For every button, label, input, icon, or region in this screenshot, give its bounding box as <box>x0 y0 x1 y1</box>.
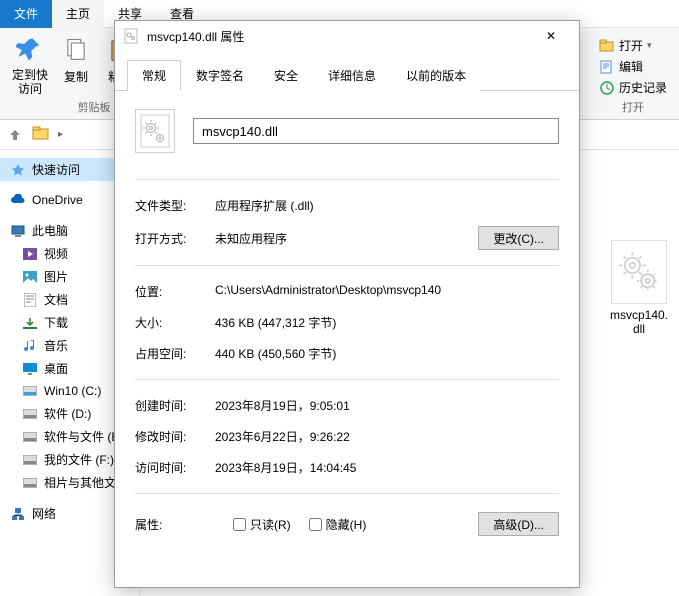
history-icon <box>599 80 615 96</box>
value-location: C:\Users\Administrator\Desktop\msvcp140 <box>215 283 559 300</box>
open-icon <box>599 38 615 54</box>
pc-icon <box>10 223 26 239</box>
copy-icon <box>60 34 92 66</box>
value-openwith: 未知应用程序 <box>215 230 478 247</box>
video-icon <box>22 246 38 262</box>
advanced-button[interactable]: 高级(D)... <box>478 512 559 536</box>
document-icon <box>22 292 38 308</box>
dll-icon <box>611 240 667 304</box>
label-disksize: 占用空间: <box>135 345 215 362</box>
drive-icon <box>22 406 38 422</box>
file-item[interactable]: msvcp140.dll <box>609 240 669 336</box>
download-icon <box>22 315 38 331</box>
checkbox-hidden[interactable]: 隐藏(H) <box>309 516 367 533</box>
history-button[interactable]: 历史记录 <box>595 78 671 97</box>
folder-icon <box>32 125 52 145</box>
up-icon[interactable] <box>4 124 26 146</box>
tab-file[interactable]: 文件 <box>0 0 52 28</box>
tab-security[interactable]: 安全 <box>259 60 313 91</box>
value-disksize: 440 KB (450,560 字节) <box>215 345 559 362</box>
label-created: 创建时间: <box>135 397 215 414</box>
hidden-checkbox-input[interactable] <box>309 518 322 531</box>
ribbon-group-open: 打开 ▾ 编辑 历史记录 打开 <box>589 32 677 115</box>
row-openwith: 打开方式: 未知应用程序 更改(C)... <box>135 221 559 255</box>
tab-digital-signature[interactable]: 数字签名 <box>181 60 259 91</box>
row-type: 文件类型: 应用程序扩展 (.dll) <box>135 190 559 221</box>
row-disksize: 占用空间: 440 KB (450,560 字节) <box>135 338 559 369</box>
pin-button[interactable]: 定到快 访问 <box>6 32 54 99</box>
group-label-open: 打开 <box>595 99 671 117</box>
value-modified: 2023年6月22日，9:26:22 <box>215 428 559 445</box>
pin-label: 定到快 访问 <box>12 68 48 97</box>
row-location: 位置: C:\Users\Administrator\Desktop\msvcp… <box>135 276 559 307</box>
dialog-title: msvcp140.dll 属性 <box>147 28 523 45</box>
label-location: 位置: <box>135 283 215 300</box>
copy-label: 复制 <box>64 68 88 85</box>
dll-icon <box>123 28 139 44</box>
drive-icon <box>22 452 38 468</box>
close-icon: ✕ <box>546 29 556 43</box>
row-created: 创建时间: 2023年8月19日，9:05:01 <box>135 390 559 421</box>
music-icon <box>22 338 38 354</box>
dll-icon <box>135 109 175 153</box>
file-name: msvcp140.dll <box>609 308 669 336</box>
tab-previous-versions[interactable]: 以前的版本 <box>391 60 481 91</box>
copy-button[interactable]: 复制 <box>54 32 98 99</box>
tab-details[interactable]: 详细信息 <box>313 60 391 91</box>
tab-home[interactable]: 主页 <box>52 0 104 28</box>
close-button[interactable]: ✕ <box>531 21 571 51</box>
pin-icon <box>14 34 46 66</box>
row-size: 大小: 436 KB (447,312 字节) <box>135 307 559 338</box>
drive-icon <box>22 383 38 399</box>
label-attributes: 属性: <box>135 516 215 533</box>
edit-icon <box>599 59 615 75</box>
label-openwith: 打开方式: <box>135 230 215 247</box>
edit-button[interactable]: 编辑 <box>595 57 671 76</box>
filename-input[interactable] <box>193 118 559 144</box>
file-header <box>135 109 559 153</box>
value-size: 436 KB (447,312 字节) <box>215 314 559 331</box>
star-icon <box>10 162 26 178</box>
label-type: 文件类型: <box>135 197 215 214</box>
change-button[interactable]: 更改(C)... <box>478 226 559 250</box>
row-modified: 修改时间: 2023年6月22日，9:26:22 <box>135 421 559 452</box>
label-size: 大小: <box>135 314 215 331</box>
desktop-icon <box>22 361 38 377</box>
row-accessed: 访问时间: 2023年8月19日，14:04:45 <box>135 452 559 483</box>
picture-icon <box>22 269 38 285</box>
properties-dialog: msvcp140.dll 属性 ✕ 常规 数字签名 安全 详细信息 以前的版本 … <box>114 20 580 588</box>
label-modified: 修改时间: <box>135 428 215 445</box>
cloud-icon <box>10 192 26 208</box>
dialog-body: 文件类型: 应用程序扩展 (.dll) 打开方式: 未知应用程序 更改(C)..… <box>115 91 579 587</box>
row-attributes: 属性: 只读(R) 隐藏(H) 高级(D)... <box>135 504 559 544</box>
value-accessed: 2023年8月19日，14:04:45 <box>215 459 559 476</box>
open-button[interactable]: 打开 ▾ <box>595 36 671 55</box>
readonly-checkbox-input[interactable] <box>233 518 246 531</box>
group-label-clipboard: 剪贴板 <box>78 99 111 117</box>
value-type: 应用程序扩展 (.dll) <box>215 197 559 214</box>
checkbox-readonly[interactable]: 只读(R) <box>233 516 291 533</box>
dialog-titlebar: msvcp140.dll 属性 ✕ <box>115 21 579 51</box>
drive-icon <box>22 475 38 491</box>
chevron-down-icon: ▾ <box>647 40 652 51</box>
drive-icon <box>22 429 38 445</box>
label-accessed: 访问时间: <box>135 459 215 476</box>
network-icon <box>10 506 26 522</box>
tab-general[interactable]: 常规 <box>127 60 181 91</box>
chevron-right-icon[interactable]: ▸ <box>58 129 63 140</box>
dialog-tabs: 常规 数字签名 安全 详细信息 以前的版本 <box>115 51 579 91</box>
value-created: 2023年8月19日，9:05:01 <box>215 397 559 414</box>
